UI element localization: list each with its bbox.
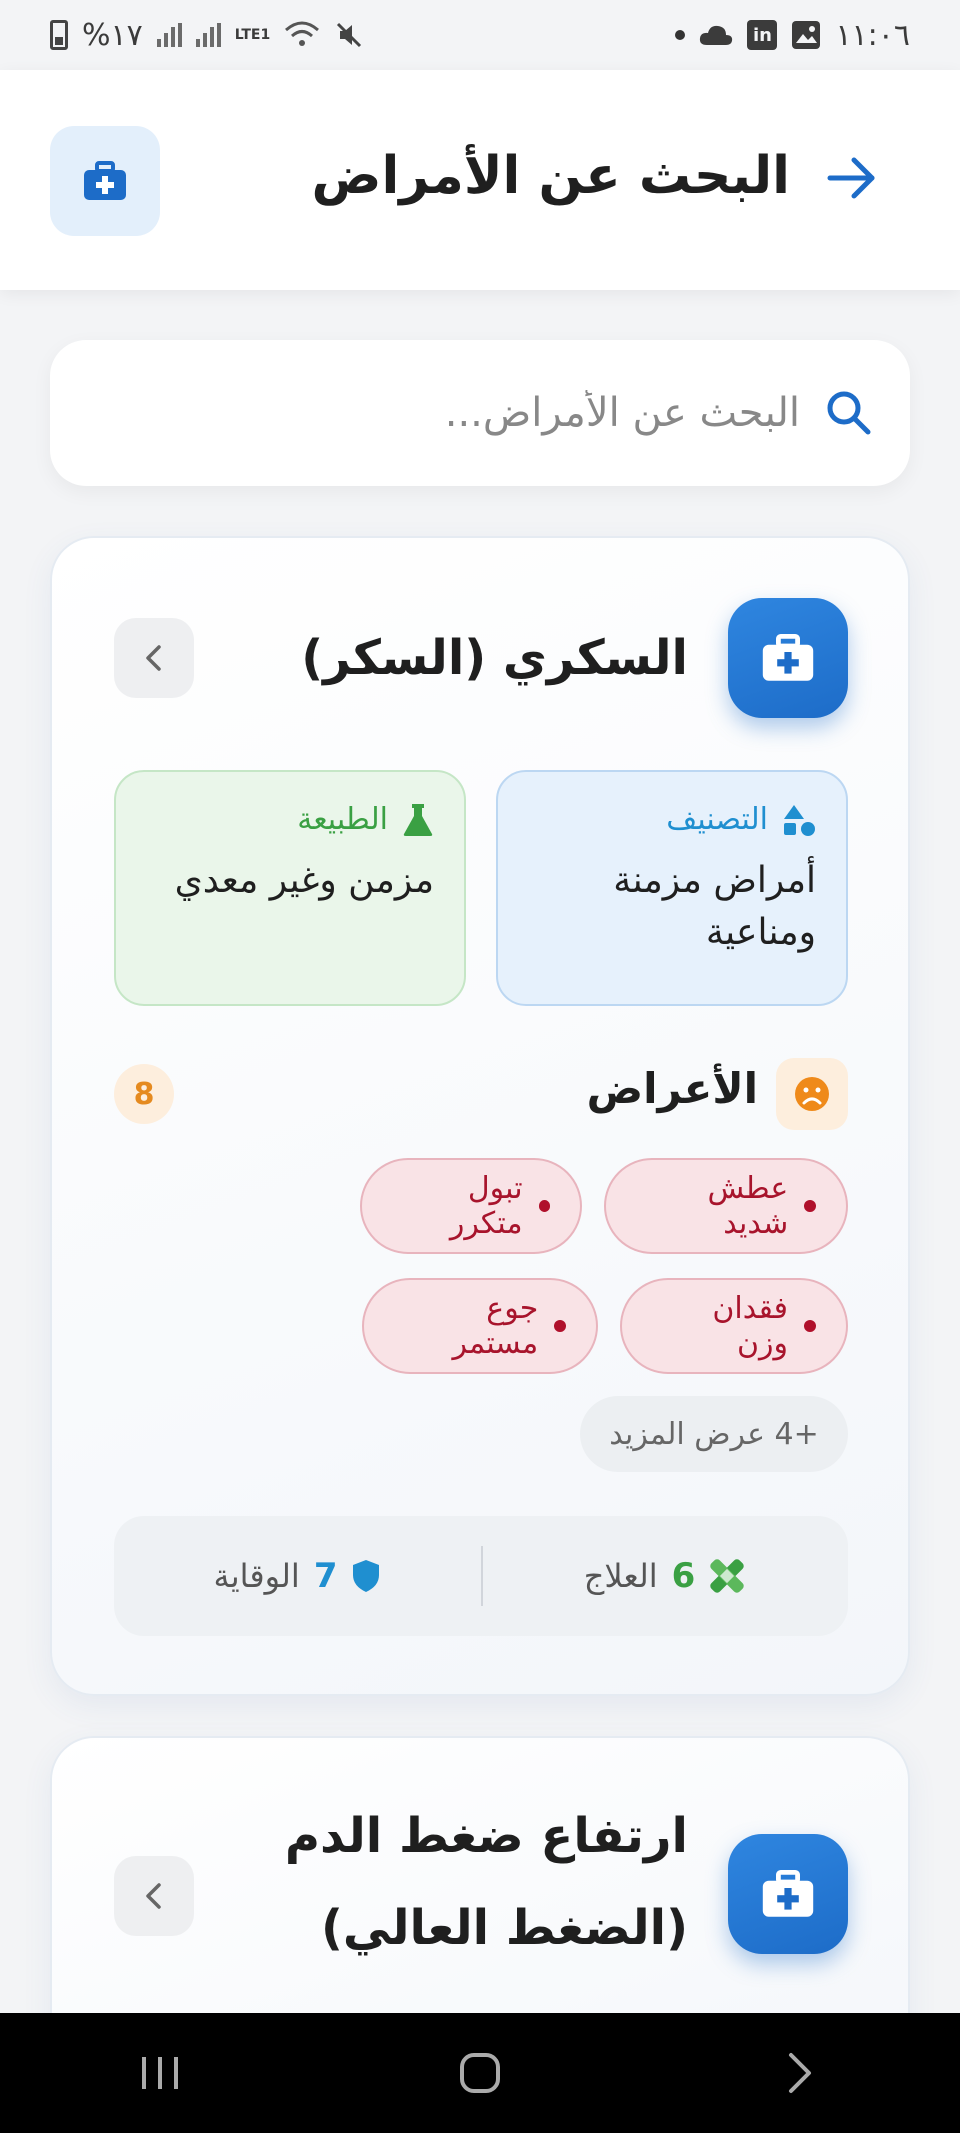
symptoms-title: الأعراض bbox=[586, 1064, 758, 1113]
medical-kit-icon bbox=[84, 161, 126, 200]
symptoms-header: الأعراض 8 bbox=[114, 1058, 848, 1130]
bullet-icon bbox=[804, 1320, 816, 1332]
chevron-left-icon bbox=[146, 645, 161, 671]
disease-title-line2: (الضغط العالي) bbox=[320, 1900, 688, 1956]
gallery-icon bbox=[792, 21, 821, 49]
classification-label: التصنيف bbox=[666, 802, 768, 837]
app-header: البحث عن الأمراض bbox=[0, 70, 960, 290]
chevron-left-icon bbox=[146, 1883, 161, 1909]
disease-title: السكري (السكر) bbox=[301, 630, 688, 686]
search-input[interactable] bbox=[100, 370, 800, 456]
shapes-icon bbox=[784, 804, 815, 836]
disease-card[interactable]: السكري (السكر) التصنيف أمراض مزمنة ومناع… bbox=[50, 536, 910, 1696]
header-medical-kit-button bbox=[50, 126, 160, 236]
treatment-stat: 6 العلاج bbox=[481, 1516, 848, 1636]
symptom-chip: جوع مستمر bbox=[362, 1278, 598, 1374]
back-nav-button[interactable] bbox=[755, 2033, 845, 2113]
home-icon bbox=[460, 2053, 500, 2093]
system-nav-bar bbox=[0, 2013, 960, 2133]
prevention-stat: 7 الوقاية bbox=[114, 1516, 481, 1636]
sad-face-icon bbox=[776, 1058, 848, 1130]
status-left: %١٧ LTE1 bbox=[50, 18, 364, 53]
signal-icon bbox=[156, 23, 182, 47]
treatment-count: 6 bbox=[671, 1556, 696, 1596]
classification-label-row: التصنيف bbox=[528, 802, 816, 837]
symptom-chip: تبول متكرر bbox=[360, 1158, 582, 1254]
nature-box: الطبيعة مزمن وغير معدي bbox=[114, 770, 466, 1006]
symptoms-count-badge: 8 bbox=[114, 1064, 174, 1124]
flask-icon bbox=[403, 803, 433, 836]
nature-value: مزمن وغير معدي bbox=[174, 860, 434, 901]
disease-title-line1: ارتفاع ضغط الدم bbox=[284, 1808, 688, 1864]
classification-box: التصنيف أمراض مزمنة ومناعية bbox=[496, 770, 848, 1006]
medical-kit-icon bbox=[762, 1870, 814, 1917]
battery-percent: %١٧ bbox=[82, 17, 143, 53]
bullet-icon bbox=[804, 1200, 816, 1212]
cloud-icon bbox=[700, 25, 733, 45]
shield-icon bbox=[353, 1560, 380, 1592]
classification-value: أمراض مزمنة ومناعية bbox=[613, 860, 816, 953]
recents-icon bbox=[142, 2057, 178, 2089]
status-time: ١١:٠٦ bbox=[835, 17, 910, 53]
bandage-icon bbox=[710, 1559, 744, 1593]
disease-badge bbox=[728, 1834, 848, 1954]
signal-icon-2 bbox=[195, 23, 221, 47]
chevron-right-icon bbox=[789, 2053, 811, 2093]
symptom-label: عطش شديد bbox=[707, 1171, 789, 1241]
nature-label-row: الطبيعة bbox=[146, 802, 434, 837]
show-more-button[interactable]: +4 عرض المزيد bbox=[580, 1396, 848, 1472]
mute-icon bbox=[337, 22, 362, 48]
treatment-label: العلاج bbox=[583, 1557, 658, 1595]
stats-bar: 6 العلاج 7 الوقاية bbox=[114, 1516, 848, 1636]
status-bar: %١٧ LTE1 in ١١:٠٦ bbox=[0, 0, 960, 70]
prevention-count: 7 bbox=[313, 1556, 338, 1596]
home-button[interactable] bbox=[435, 2033, 525, 2113]
arrow-right-icon bbox=[827, 157, 875, 199]
status-right: in ١١:٠٦ bbox=[675, 18, 910, 53]
search-box bbox=[50, 340, 910, 486]
symptom-chip: فقدان وزن bbox=[620, 1278, 848, 1374]
bullet-icon bbox=[538, 1200, 550, 1212]
symptom-label: جوع مستمر bbox=[452, 1291, 539, 1361]
card-open-button[interactable] bbox=[114, 1856, 194, 1936]
recents-button[interactable] bbox=[115, 2033, 205, 2113]
page-title: البحث عن الأمراض bbox=[311, 146, 791, 206]
network-label: LTE1 bbox=[234, 27, 271, 43]
linkedin-icon: in bbox=[747, 20, 778, 50]
bullet-icon bbox=[554, 1320, 566, 1332]
symptom-chip: عطش شديد bbox=[604, 1158, 848, 1254]
notification-dot-icon bbox=[675, 30, 686, 40]
wifi-icon bbox=[285, 21, 320, 46]
stats-divider bbox=[481, 1546, 483, 1606]
symptom-label: تبول متكرر bbox=[449, 1171, 523, 1241]
disease-badge bbox=[728, 598, 848, 718]
back-button[interactable] bbox=[824, 150, 880, 206]
search-icon[interactable] bbox=[824, 388, 874, 438]
prevention-label: الوقاية bbox=[213, 1557, 300, 1595]
disease-title: ارتفاع ضغط الدم (الضغط العالي) bbox=[285, 1790, 688, 1974]
medical-kit-icon bbox=[762, 634, 814, 681]
symptom-label: فقدان وزن bbox=[712, 1291, 789, 1361]
nature-label: الطبيعة bbox=[297, 802, 388, 837]
card-open-button[interactable] bbox=[114, 618, 194, 698]
battery-icon bbox=[50, 20, 68, 50]
